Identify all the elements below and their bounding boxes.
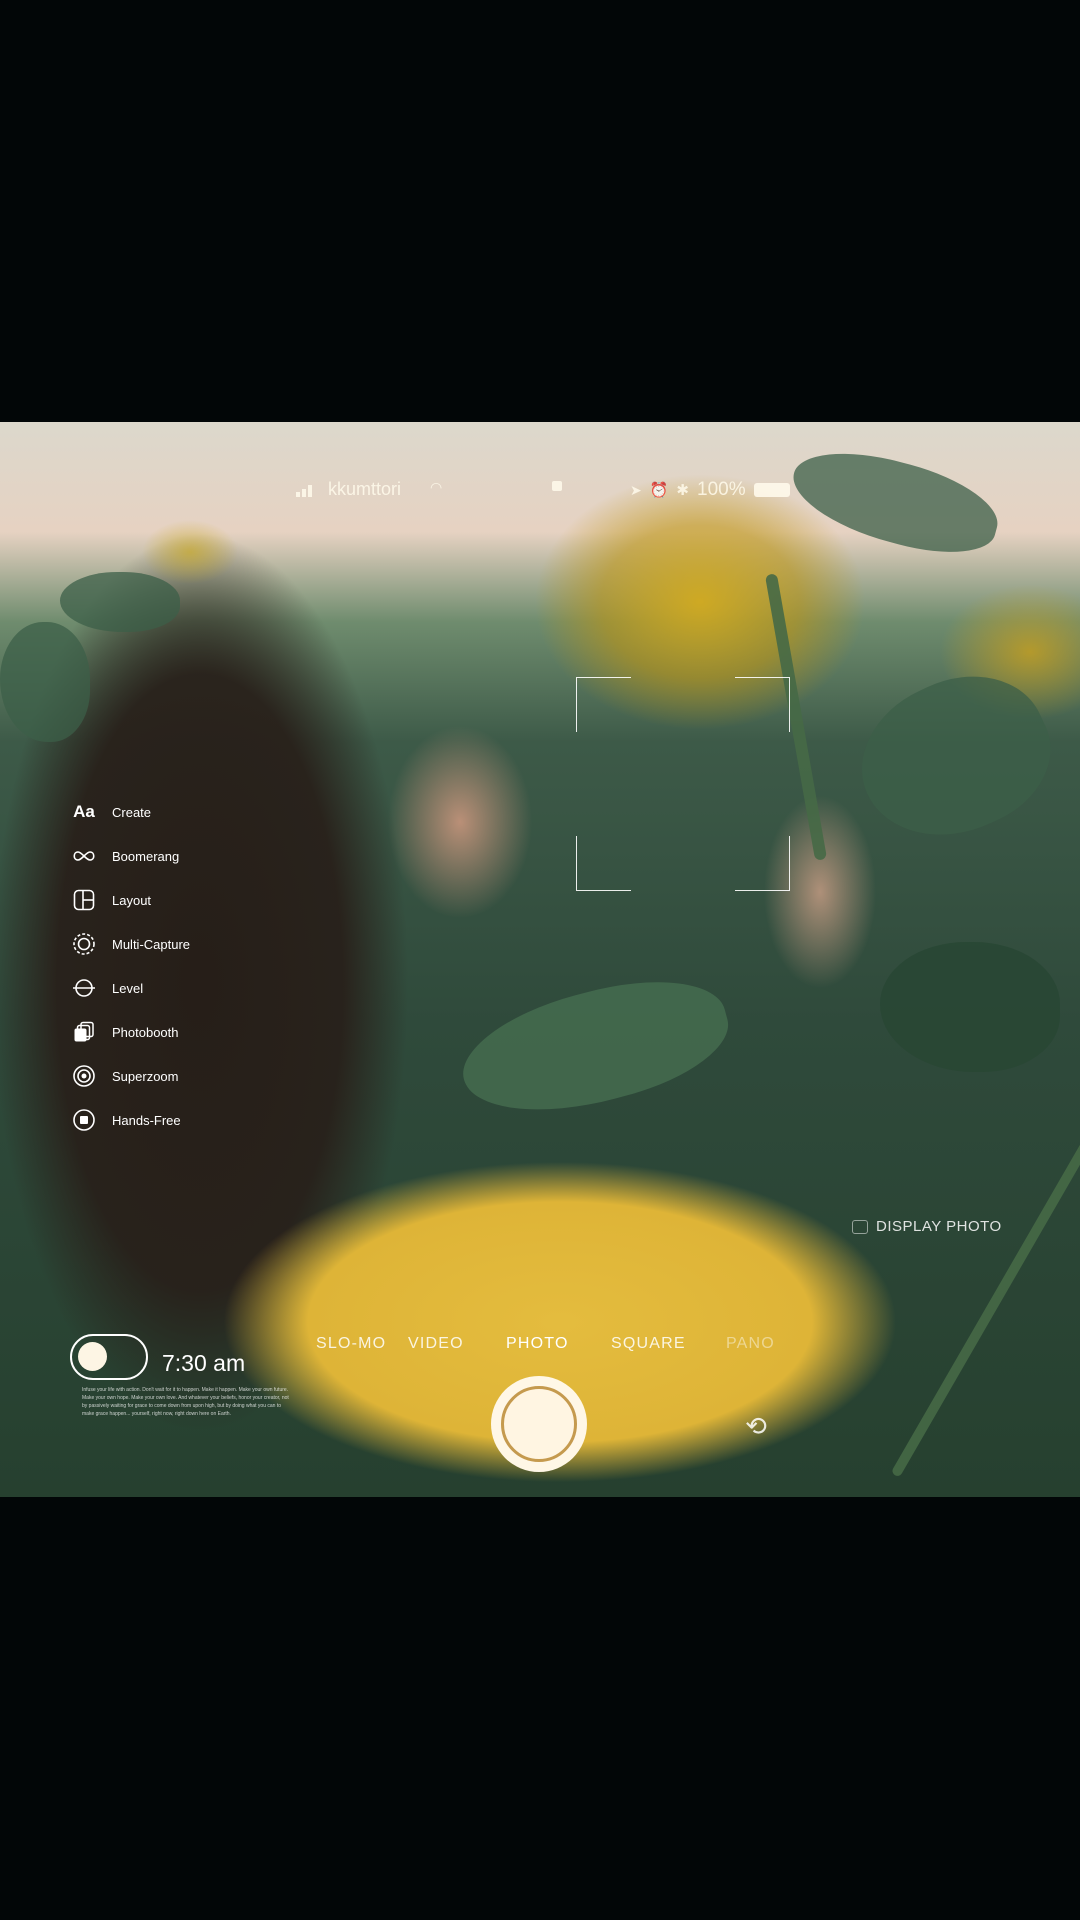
photobooth-icon <box>70 1018 98 1046</box>
mode-item-level[interactable]: Level <box>70 966 190 1010</box>
focus-corner-bottom-left <box>576 836 631 891</box>
capture-mode-photo[interactable]: PHOTO <box>506 1335 569 1353</box>
mode-item-multi-capture[interactable]: Multi-Capture <box>70 922 190 966</box>
mode-label: Level <box>112 980 144 996</box>
modes-menu: Aa Create Boomerang Layout Multi-Capture… <box>70 790 190 1142</box>
toggle-knob <box>78 1342 107 1371</box>
fineprint-text: Infuse your life with action. Don't wait… <box>82 1387 289 1417</box>
lock-icon <box>552 481 562 491</box>
scene-leaf <box>450 958 740 1136</box>
status-right-group: ➤ ⏰ ✱ 100% <box>630 479 790 501</box>
mode-label: Photobooth <box>112 1024 179 1040</box>
infinity-icon <box>70 842 98 870</box>
shutter-inner-ring <box>501 1386 577 1462</box>
scene-leaf <box>837 648 1073 866</box>
toggle-switch[interactable] <box>70 1334 148 1380</box>
hands-free-icon <box>70 1106 98 1134</box>
wifi-icon: ◠ <box>430 479 443 495</box>
mode-item-photobooth[interactable]: Photobooth <box>70 1010 190 1054</box>
camera-flip-button[interactable]: ⟲ <box>730 1404 782 1448</box>
scene-leaf <box>880 942 1060 1072</box>
mode-item-layout[interactable]: Layout <box>70 878 190 922</box>
mode-item-create[interactable]: Aa Create <box>70 790 190 834</box>
location-icon: ➤ <box>630 481 642 498</box>
bluetooth-icon: ✱ <box>676 482 689 499</box>
scene-stem <box>890 1126 1080 1478</box>
mode-label: Create <box>112 804 152 820</box>
focus-corner-top-left <box>576 677 631 732</box>
mode-item-hands-free[interactable]: Hands-Free <box>70 1098 190 1142</box>
text-aa-icon: Aa <box>73 802 95 821</box>
superzoom-icon <box>70 1062 98 1090</box>
display-photo-button[interactable]: DISPLAY PHOTO <box>852 1218 1002 1235</box>
alarm-icon: ⏰ <box>649 482 669 499</box>
carrier-name: kkumttori <box>328 479 402 499</box>
level-icon <box>70 974 98 1002</box>
mode-item-boomerang[interactable]: Boomerang <box>70 834 190 878</box>
camera-flip-icon: ⟲ <box>745 1410 767 1441</box>
focus-corner-top-right <box>735 677 790 732</box>
scene-leaf <box>0 622 90 742</box>
capture-mode-slo-mo[interactable]: SLO-MO <box>316 1335 386 1353</box>
mode-label: Multi-Capture <box>112 936 191 952</box>
shutter-button[interactable] <box>491 1376 587 1472</box>
mode-label: Hands-Free <box>112 1112 181 1128</box>
capture-mode-video[interactable]: VIDEO <box>408 1335 464 1353</box>
display-photo-label: DISPLAY PHOTO <box>876 1218 1002 1235</box>
battery-icon <box>753 483 790 497</box>
mode-item-superzoom[interactable]: Superzoom <box>70 1054 190 1098</box>
capture-mode-pano[interactable]: PANO <box>726 1335 775 1353</box>
signal-icon <box>296 485 312 497</box>
capture-mode-square[interactable]: SQUARE <box>611 1335 686 1353</box>
mode-label: Layout <box>112 892 152 908</box>
mode-label: Boomerang <box>112 848 180 864</box>
capture-mode-strip: SLO-MO VIDEO PHOTO SQUARE PANO <box>300 1335 790 1365</box>
mode-label: Superzoom <box>112 1068 179 1084</box>
multi-capture-icon <box>70 930 98 958</box>
layout-icon <box>70 886 98 914</box>
focus-corner-bottom-right <box>735 836 790 891</box>
photo-icon <box>852 1219 868 1234</box>
battery-percent: 100% <box>697 479 746 500</box>
scene-leaf <box>60 572 180 632</box>
status-bar: kkumttori ◠ ➤ ⏰ ✱ 100% <box>0 475 1080 505</box>
clock-time: 7:30 am <box>162 1350 246 1376</box>
